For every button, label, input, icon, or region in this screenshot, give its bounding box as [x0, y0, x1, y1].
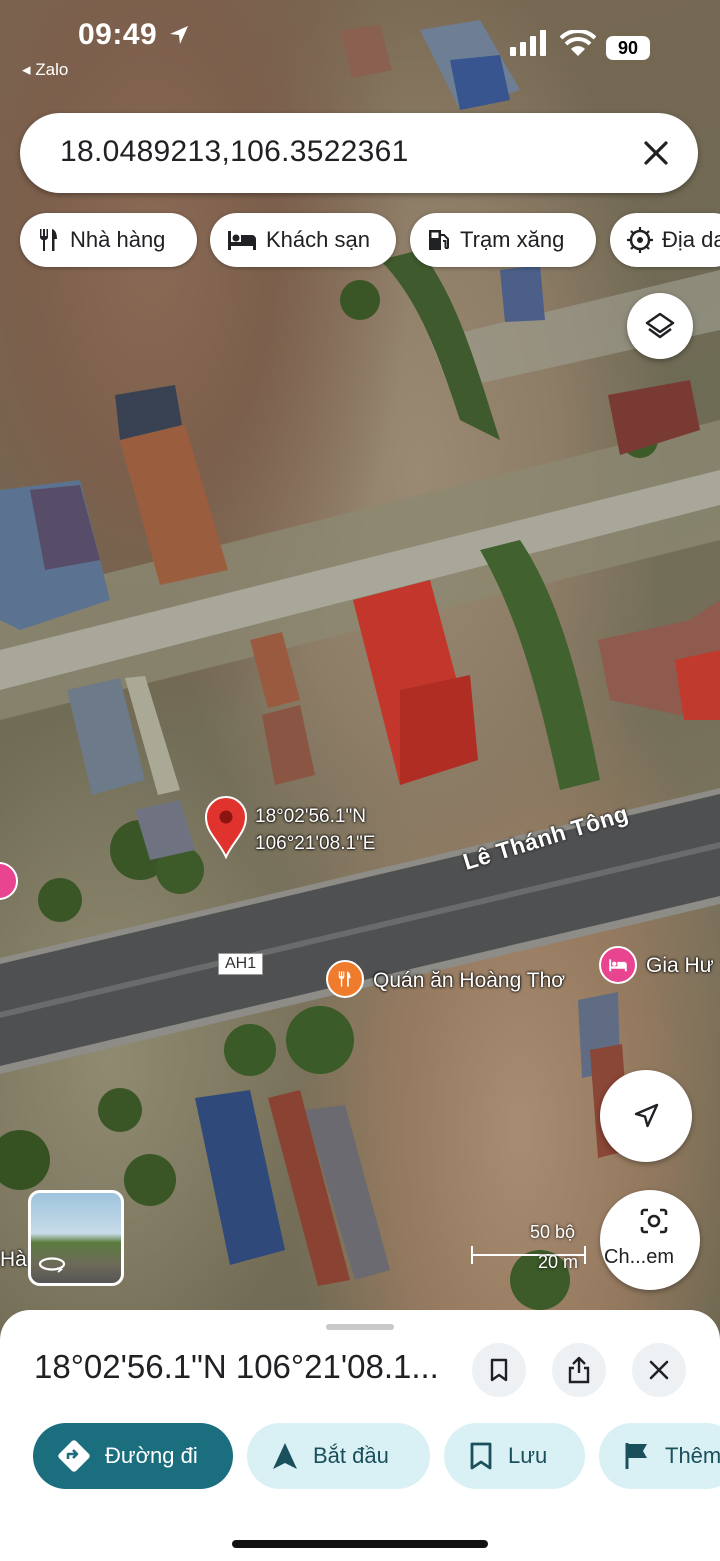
chip-label: Khách sạn: [266, 227, 370, 252]
chip-landmarks[interactable]: Địa da: [610, 213, 720, 267]
pin-latitude: 18°02'56.1"N: [255, 806, 366, 827]
directions-button[interactable]: Đường đi: [33, 1423, 233, 1489]
scale-meters: 20 m: [538, 1252, 579, 1272]
bed-icon: [228, 231, 256, 250]
chip-gas-stations[interactable]: Trạm xăng: [410, 213, 596, 267]
pin-longitude: 106°21'08.1"E: [255, 833, 376, 854]
poi-hotel-marker[interactable]: [599, 946, 637, 984]
bookmark-icon: [470, 1442, 492, 1470]
camera-button-label: Ch...em: [604, 1246, 675, 1268]
poi-restaurant-marker[interactable]: [326, 960, 364, 998]
poi-restaurant-label[interactable]: Quán ăn Hoàng Thơ: [373, 969, 565, 993]
camera-search-button[interactable]: [600, 1190, 700, 1290]
battery-indicator: 90: [606, 36, 650, 60]
scale-feet: 50 bộ: [530, 1222, 576, 1242]
status-time: 09:49: [78, 18, 158, 51]
utensils-icon: [40, 229, 57, 251]
rotate-360-icon: [38, 1257, 66, 1273]
pin-coordinates-label: 18°02'56.1"N 106°21'08.1"E: [255, 803, 375, 857]
bookmark-icon: [490, 1358, 508, 1382]
camera-icon: [640, 1208, 668, 1234]
poi-hotel-label[interactable]: Gia Hư: [646, 954, 714, 978]
home-indicator[interactable]: [232, 1540, 488, 1548]
location-arrow-icon: [170, 26, 188, 44]
street-view-thumbnail[interactable]: [28, 1190, 124, 1286]
directions-label: Đường đi: [105, 1443, 198, 1468]
gas-pump-icon: [429, 230, 449, 250]
highway-shield: AH1: [218, 953, 264, 975]
more-button[interactable]: Thêm: [599, 1423, 720, 1489]
close-sheet-button[interactable]: [632, 1343, 686, 1397]
start-button[interactable]: Bắt đầu: [247, 1423, 430, 1489]
chip-label: Nhà hàng: [70, 227, 166, 252]
save-bookmark-button[interactable]: [472, 1343, 526, 1397]
share-button[interactable]: [552, 1343, 606, 1397]
cell-signal-icon: [510, 30, 546, 56]
chip-hotels[interactable]: Khách sạn: [210, 213, 396, 267]
more-label: Thêm: [665, 1443, 720, 1468]
landmark-icon: [627, 227, 653, 253]
close-icon[interactable]: [636, 133, 676, 173]
poi-left-label: Hà: [0, 1248, 27, 1271]
share-icon: [568, 1356, 590, 1384]
chip-label: Địa da: [662, 227, 720, 252]
chip-label: Trạm xăng: [460, 227, 565, 252]
search-query[interactable]: 18.0489213,106.3522361: [60, 135, 409, 169]
my-location-button[interactable]: [600, 1070, 692, 1162]
close-icon: [649, 1360, 669, 1380]
navigation-arrow-icon: [273, 1443, 297, 1469]
navigation-arrow-icon: [634, 1103, 659, 1128]
start-label: Bắt đầu: [313, 1443, 389, 1468]
dropped-pin-marker[interactable]: [203, 795, 249, 859]
layers-icon: [645, 312, 675, 339]
bed-icon: [609, 959, 627, 972]
save-button[interactable]: Lưu: [444, 1423, 585, 1489]
sheet-drag-handle[interactable]: [326, 1324, 394, 1330]
back-to-app-link[interactable]: ◂ Zalo: [22, 60, 68, 80]
flag-icon: [625, 1443, 647, 1469]
place-title: 18°02'56.1"N 106°21'08.1...: [34, 1348, 439, 1385]
chip-restaurants[interactable]: Nhà hàng: [20, 213, 197, 267]
search-bar[interactable]: 18.0489213,106.3522361: [20, 113, 698, 193]
layers-button[interactable]: [627, 293, 693, 359]
wifi-icon: [560, 30, 596, 56]
utensils-icon: [338, 971, 351, 987]
save-label: Lưu: [508, 1443, 548, 1468]
directions-icon: [58, 1440, 90, 1472]
